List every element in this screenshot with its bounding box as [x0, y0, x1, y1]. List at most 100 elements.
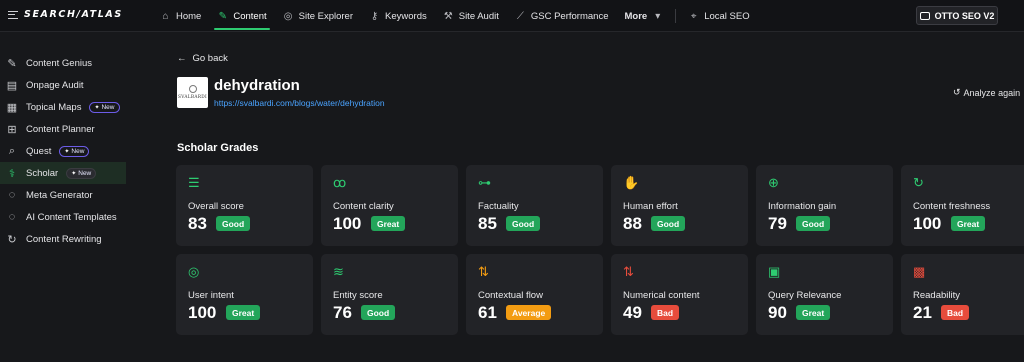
nav-more[interactable]: More ▾	[617, 0, 672, 32]
analyze-again-button[interactable]: ↺ Analyze again	[953, 87, 1020, 98]
grade-score: 49	[623, 303, 642, 322]
sidebar-item-content-genius[interactable]: ✎ Content Genius	[0, 52, 126, 74]
sidebar-item-meta-generator[interactable]: ◌ Meta Generator	[0, 184, 126, 206]
otto-label: OTTO SEO V2	[934, 10, 995, 21]
grade-badge: Good	[216, 216, 251, 231]
sidebar-item-label: Onpage Audit	[26, 79, 84, 91]
sidebar-item-label: Topical Maps	[26, 101, 82, 113]
grade-score: 88	[623, 214, 642, 233]
brand-logo[interactable]: SEARCH/ATLAS	[8, 9, 123, 20]
nav-keywords[interactable]: ⚷ Keywords	[361, 0, 435, 32]
grade-badge: Great	[371, 216, 406, 231]
scholar-icon: ⚕	[9, 167, 15, 180]
grade-label: User intent	[188, 290, 234, 301]
grade-badge: Great	[796, 305, 831, 320]
sidebar-item-label: Content Genius	[26, 57, 93, 69]
grade-label: Information gain	[768, 201, 837, 212]
grade-label: Overall score	[188, 201, 244, 212]
sidebar-item-onpage-audit[interactable]: ▤ Onpage Audit	[0, 74, 126, 96]
sidebar-item-content-planner[interactable]: ⊞ Content Planner	[0, 118, 126, 140]
chart-icon: ⟋	[516, 10, 524, 22]
page-title: dehydration	[214, 77, 300, 94]
sidebar-item-ai-content-templates[interactable]: ◌ AI Content Templates	[0, 206, 126, 228]
grade-badge: Bad	[651, 305, 680, 320]
emblem-icon	[188, 85, 197, 93]
analyze-again-label: Analyze again	[963, 87, 1021, 98]
grade-badge: Good	[651, 216, 686, 231]
bulb-icon: ◌	[8, 211, 16, 223]
sidebar-item-label: Meta Generator	[26, 189, 93, 201]
rotate-icon: ↺	[953, 87, 961, 97]
grade-card-information-gain[interactable]: ⊕ Information gain 79 Good	[756, 165, 893, 246]
sidebar-item-label: AI Content Templates	[26, 211, 117, 223]
nav-local-seo[interactable]: ⌖ Local SEO	[680, 0, 757, 32]
sparkle-icon: ✦	[64, 148, 70, 155]
grade-score: 90	[768, 303, 787, 322]
list-icon: ☰	[188, 175, 200, 190]
go-back-label: Go back	[192, 53, 228, 64]
grade-card-query-relevance[interactable]: ▣ Query Relevance 90 Great	[756, 254, 893, 335]
edit-icon: ✎	[7, 57, 17, 70]
grade-label: Contextual flow	[478, 290, 543, 301]
sidebar-item-scholar[interactable]: ⚕ Scholar ✦ New	[0, 162, 126, 184]
new-badge: ✦ New	[89, 101, 120, 113]
grade-card-entity-score[interactable]: ≋ Entity score 76 Good	[321, 254, 458, 335]
grade-score: 100	[333, 214, 362, 233]
badge-label: New	[71, 147, 85, 155]
wrench-icon: ⚒	[443, 10, 453, 22]
grade-card-content-clarity[interactable]: ꝏ Content clarity 100 Great	[321, 165, 458, 246]
top-navigation-bar: SEARCH/ATLAS ⌂ Home ✎ Content ◎ Site Explor…	[0, 0, 1024, 32]
nav-divider	[675, 9, 677, 23]
grade-label: Numerical content	[623, 290, 700, 301]
otto-seo-button[interactable]: OTTO SEO V2	[916, 6, 998, 25]
grade-badge: Great	[226, 305, 261, 320]
page-url-link[interactable]: https://svalbardi.com/blogs/water/dehydr…	[214, 98, 385, 108]
grade-card-factuality[interactable]: ⊶ Factuality 85 Good	[466, 165, 603, 246]
grade-card-human-effort[interactable]: ✋ Human effort 88 Good	[611, 165, 748, 246]
grade-card-user-intent[interactable]: ◎ User intent 100 Great	[176, 254, 313, 335]
map-pin-icon: ⌖	[690, 10, 697, 22]
grade-card-contextual-flow[interactable]: ⇅ Contextual flow 61 Average	[466, 254, 603, 335]
nav-home[interactable]: ⌂ Home	[152, 0, 209, 32]
grade-badge: Average	[506, 305, 552, 320]
grade-score: 76	[333, 303, 352, 322]
grade-score: 85	[478, 214, 497, 233]
nav-label: Site Explorer	[298, 10, 354, 22]
main-nav: ⌂ Home ✎ Content ◎ Site Explorer ⚷ Keywords …	[152, 0, 758, 32]
globe-search-icon: ◎	[283, 10, 293, 22]
grade-card-overall-score[interactable]: ☰ Overall score 83 Good	[176, 165, 313, 246]
nav-content[interactable]: ✎ Content	[209, 0, 274, 32]
key-icon: ⚷	[370, 10, 379, 22]
arrow-left-icon: ←	[177, 53, 187, 64]
menu-icon[interactable]	[8, 10, 18, 19]
robot-icon	[919, 11, 930, 20]
grade-label: Content clarity	[333, 201, 394, 212]
grade-badge: Great	[951, 216, 986, 231]
new-badge: ✦ New	[66, 167, 97, 179]
nav-label: Local SEO	[704, 10, 750, 22]
grade-card-numerical-content[interactable]: ⇅ Numerical content 49 Bad	[611, 254, 748, 335]
sidebar-item-content-rewriting[interactable]: ↻ Content Rewriting	[0, 228, 126, 250]
sidebar-item-quest[interactable]: ⌕ Quest ✦ New	[0, 140, 126, 162]
nav-label: Content	[233, 10, 267, 22]
grade-card-content-freshness[interactable]: ↻ Content freshness 100 Great	[901, 165, 1024, 246]
grade-badge: Good	[796, 216, 831, 231]
grade-score: 83	[188, 214, 207, 233]
go-back-link[interactable]: ← Go back	[177, 53, 228, 64]
nav-gsc-performance[interactable]: ⟋ GSC Performance	[507, 0, 617, 32]
sidebar-item-topical-maps[interactable]: ▦ Topical Maps ✦ New	[0, 96, 126, 118]
nav-label: GSC Performance	[530, 10, 609, 22]
nav-label: Keywords	[385, 10, 427, 22]
new-badge: ✦ New	[59, 145, 90, 157]
grade-card-readability[interactable]: ▩ Readability 21 Bad	[901, 254, 1024, 335]
thumbnail-wordmark: SVALBARDI	[177, 95, 208, 100]
grade-label: Factuality	[478, 201, 519, 212]
refresh-icon: ↻	[913, 175, 924, 190]
bulb-icon: ◌	[8, 189, 16, 201]
home-icon: ⌂	[162, 10, 169, 22]
nav-site-explorer[interactable]: ◎ Site Explorer	[275, 0, 361, 32]
nav-site-audit[interactable]: ⚒ Site Audit	[435, 0, 507, 32]
box-icon: ▩	[913, 264, 926, 279]
grade-label: Readability	[913, 290, 960, 301]
grade-score: 21	[913, 303, 932, 322]
